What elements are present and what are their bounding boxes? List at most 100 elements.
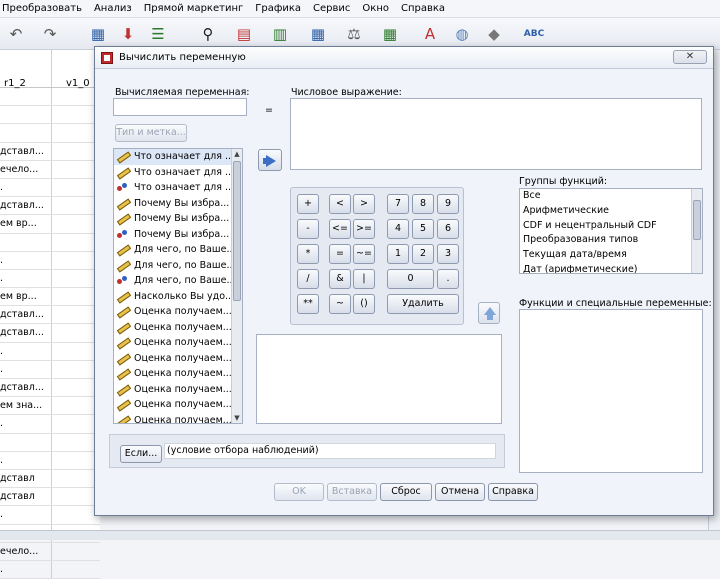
source-variable-list[interactable]: Что означает для ... Что означает для ...… xyxy=(113,148,243,424)
variables-icon[interactable]: ☰ xyxy=(146,23,170,45)
key-multiply[interactable]: * xyxy=(297,244,319,264)
function-group-item[interactable]: Арифметические xyxy=(520,204,702,219)
table-cell[interactable] xyxy=(52,434,100,451)
table-cell[interactable] xyxy=(52,88,100,105)
function-group-item[interactable]: Дат (арифметические) xyxy=(520,263,702,273)
variable-list-item[interactable]: Оценка получаем... xyxy=(114,366,242,382)
table-cell[interactable] xyxy=(52,270,100,287)
variable-list-item[interactable]: Оценка получаем... xyxy=(114,382,242,398)
variable-list-item[interactable]: Оценка получаем... xyxy=(114,351,242,367)
insert-variable-icon[interactable]: ▥ xyxy=(268,23,292,45)
table-cell[interactable] xyxy=(52,415,100,432)
key-or[interactable]: | xyxy=(353,269,375,289)
table-cell[interactable]: дставл xyxy=(0,469,52,488)
table-cell[interactable]: . xyxy=(0,178,52,197)
table-cell[interactable]: . xyxy=(0,360,52,378)
table-cell[interactable] xyxy=(52,124,100,141)
table-cell[interactable] xyxy=(52,252,100,269)
function-group-item[interactable]: Преобразования типов xyxy=(520,233,702,248)
menu-window[interactable]: Окно xyxy=(356,3,395,14)
key-greater[interactable]: > xyxy=(353,194,375,214)
variable-list-item[interactable]: Оценка получаем... xyxy=(114,397,242,413)
table-cell[interactable] xyxy=(52,234,100,251)
goto-case-icon[interactable]: ▦ xyxy=(86,23,110,45)
key-divide[interactable]: / xyxy=(297,269,319,289)
table-cell[interactable] xyxy=(52,215,100,232)
table-cell[interactable]: дставл... xyxy=(0,324,52,342)
menu-help[interactable]: Справка xyxy=(395,3,451,14)
table-cell[interactable] xyxy=(52,397,100,414)
key-not-equal[interactable]: ~= xyxy=(353,244,375,264)
table-cell[interactable]: дставл xyxy=(0,488,52,506)
undo-icon[interactable]: ↶ xyxy=(4,23,28,45)
table-cell[interactable] xyxy=(52,452,100,469)
functions-list[interactable] xyxy=(519,309,703,473)
table-cell[interactable] xyxy=(52,179,100,196)
table-cell[interactable] xyxy=(52,488,100,505)
weight-cases-icon[interactable]: ⚖ xyxy=(342,23,366,45)
table-cell[interactable] xyxy=(52,361,100,378)
scroll-thumb[interactable] xyxy=(693,200,701,240)
table-cell[interactable] xyxy=(0,233,52,251)
variable-list-item[interactable]: Насколько Вы удо... xyxy=(114,289,242,305)
table-cell[interactable]: дставл... xyxy=(0,379,52,397)
table-cell[interactable]: . xyxy=(0,269,52,288)
table-cell[interactable] xyxy=(0,124,52,142)
variable-list-item[interactable]: Что означает для ... xyxy=(114,180,242,196)
key-and[interactable]: & xyxy=(329,269,351,289)
table-cell[interactable]: ем вр... xyxy=(0,288,52,306)
key-less-equal[interactable]: <= xyxy=(329,219,351,239)
table-cell[interactable] xyxy=(0,433,52,451)
key-zero[interactable]: 0 xyxy=(387,269,434,289)
find-icon[interactable]: ⚲ xyxy=(196,23,220,45)
key-decimal[interactable]: . xyxy=(437,269,459,289)
variable-list-item[interactable]: Почему Вы избра... xyxy=(114,211,242,227)
table-cell[interactable]: ем зна... xyxy=(0,397,52,415)
function-group-scrollbar[interactable] xyxy=(691,189,702,273)
menu-transform[interactable]: Преобразовать xyxy=(0,3,88,14)
table-cell[interactable] xyxy=(52,143,100,160)
use-sets-icon[interactable]: ◍ xyxy=(450,23,474,45)
table-cell[interactable]: . xyxy=(0,506,52,524)
table-cell[interactable] xyxy=(52,306,100,323)
show-sets-icon[interactable]: ◆ xyxy=(482,23,506,45)
key-equal[interactable]: = xyxy=(329,244,351,264)
column-header[interactable]: r1_2 xyxy=(0,50,52,89)
scroll-up-icon[interactable]: ▲ xyxy=(232,149,242,159)
function-group-item[interactable]: Текущая дата/время xyxy=(520,248,702,263)
help-button[interactable]: Справка xyxy=(488,483,538,501)
split-file-icon[interactable]: ▦ xyxy=(306,23,330,45)
key-three[interactable]: 3 xyxy=(437,244,459,264)
variable-list-item[interactable]: Для чего, по Ваше... xyxy=(114,258,242,274)
key-five[interactable]: 5 xyxy=(412,219,434,239)
variable-list-scrollbar[interactable]: ▲ ▼ xyxy=(231,149,242,423)
type-label-button[interactable]: Тип и метка... xyxy=(115,124,187,142)
goto-variable-icon[interactable]: ⬇ xyxy=(116,23,140,45)
table-cell[interactable] xyxy=(52,470,100,487)
numeric-expression-input[interactable] xyxy=(290,98,702,170)
table-cell[interactable] xyxy=(52,543,100,560)
table-cell[interactable] xyxy=(52,197,100,214)
table-cell[interactable] xyxy=(0,106,52,124)
table-cell[interactable] xyxy=(52,506,100,523)
menu-direct-marketing[interactable]: Прямой маркетинг xyxy=(138,3,250,14)
key-not[interactable]: ~ xyxy=(329,294,351,314)
key-plus[interactable]: + xyxy=(297,194,319,214)
table-cell[interactable]: . xyxy=(0,251,52,269)
key-one[interactable]: 1 xyxy=(387,244,409,264)
scroll-thumb[interactable] xyxy=(233,161,241,301)
spell-check-icon[interactable]: ABC xyxy=(522,23,546,45)
table-cell[interactable] xyxy=(52,343,100,360)
move-variable-button[interactable] xyxy=(258,149,282,171)
paste-button[interactable]: Вставка xyxy=(327,483,377,501)
key-greater-equal[interactable]: >= xyxy=(353,219,375,239)
variable-list-item[interactable]: Что означает для ... xyxy=(114,165,242,181)
key-less[interactable]: < xyxy=(329,194,351,214)
table-cell[interactable] xyxy=(52,324,100,341)
key-nine[interactable]: 9 xyxy=(437,194,459,214)
column-header[interactable]: v1_0 xyxy=(52,50,100,89)
function-group-item[interactable]: CDF и нецентральный CDF xyxy=(520,219,702,234)
table-cell[interactable]: ем вр... xyxy=(0,215,52,233)
variable-list-item[interactable]: Для чего, по Ваше... xyxy=(114,273,242,289)
dialog-titlebar[interactable]: Вычислить переменную ✕ xyxy=(95,47,713,69)
